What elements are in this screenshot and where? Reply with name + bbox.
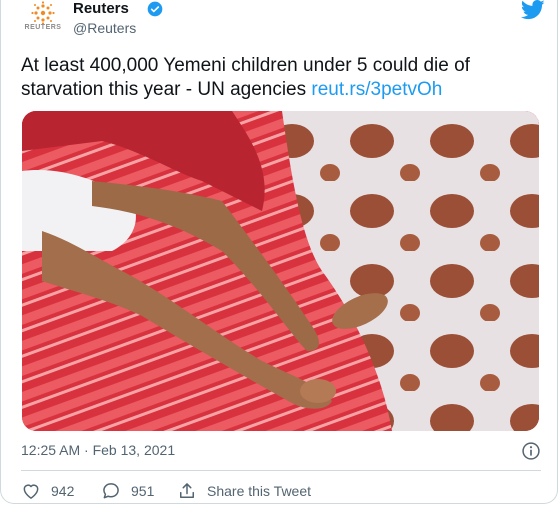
- share-button[interactable]: Share this Tweet: [177, 481, 327, 501]
- photo-image: [22, 111, 539, 431]
- reply-bubble-icon: [103, 483, 119, 499]
- twitter-bird-icon[interactable]: [521, 0, 545, 20]
- author-handle[interactable]: @Reuters: [73, 20, 136, 36]
- share-label: Share this Tweet: [207, 483, 312, 499]
- reuters-logo-icon: [31, 1, 55, 25]
- tweet-photo[interactable]: [22, 111, 539, 431]
- tweet-card: REUTERS Reuters @Reuters At least 400,00…: [0, 0, 558, 504]
- like-button[interactable]: 942: [21, 481, 81, 501]
- heart-icon: [23, 484, 39, 499]
- author-name[interactable]: Reuters: [73, 0, 129, 17]
- share-icon: [180, 483, 194, 498]
- avatar-wordmark: REUTERS: [24, 24, 62, 31]
- info-icon[interactable]: [521, 441, 541, 461]
- avatar[interactable]: REUTERS: [21, 0, 65, 40]
- divider: [21, 470, 541, 471]
- like-count: 942: [51, 483, 75, 499]
- tweet-link[interactable]: reut.rs/3petvOh: [311, 79, 442, 100]
- reply-button[interactable]: 951: [101, 481, 161, 501]
- tweet-header: REUTERS Reuters @Reuters: [21, 0, 545, 40]
- tweet-text: At least 400,000 Yemeni children under 5…: [21, 54, 541, 102]
- tweet-timestamp[interactable]: 12:25 AM · Feb 13, 2021: [21, 442, 175, 458]
- tweet-actions: 942 951 Share this Tweet: [21, 481, 541, 501]
- verified-badge-icon: [147, 1, 163, 17]
- reply-count: 951: [131, 483, 155, 499]
